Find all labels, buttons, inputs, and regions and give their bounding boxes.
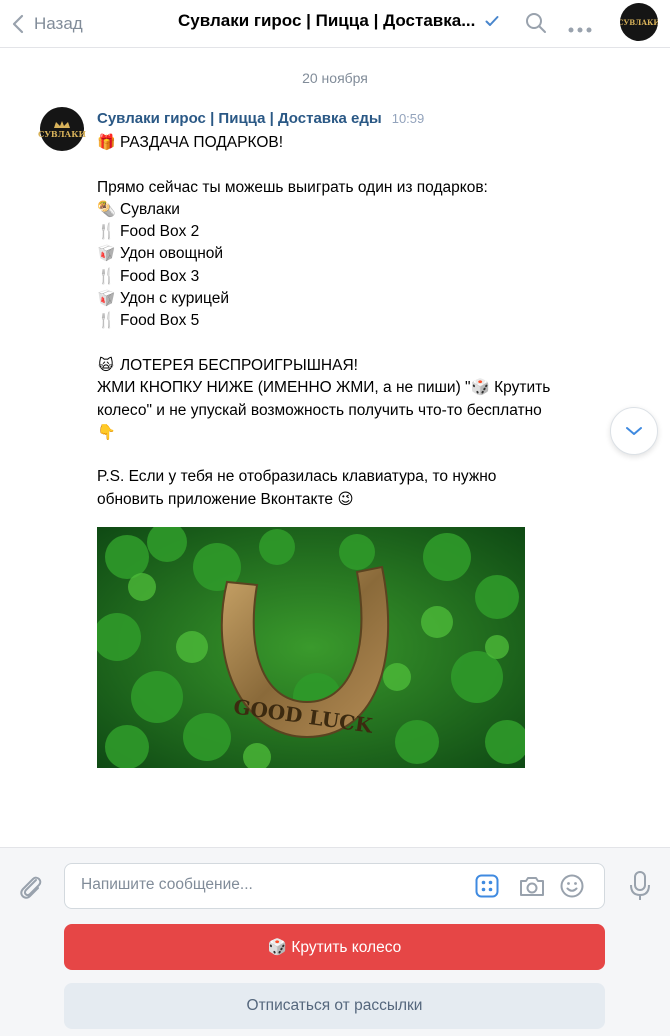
message-line: обновить приложение Вконтакте 😉: [97, 489, 597, 511]
emoji-icon: 👇: [97, 423, 116, 441]
bot-keyboard-icon: [475, 874, 499, 898]
voice-button[interactable]: [628, 870, 652, 907]
message-line: 🌯 Сувлаки: [97, 199, 597, 221]
more-button[interactable]: [568, 20, 592, 38]
message-line-text: Food Box 2: [120, 223, 200, 241]
chat-header: Назад Сувлаки гирос | Пицца | Доставка..…: [0, 0, 670, 48]
spin-wheel-button[interactable]: 🎲 Крутить колесо: [64, 924, 605, 970]
emoji-icon: 🍴: [97, 312, 116, 330]
message-line: 🥡 Удон с курицей: [97, 288, 597, 310]
message-line-text: P.S. Если у тебя не отобразилась клавиат…: [97, 468, 497, 486]
emoji-icon: 🍴: [97, 223, 116, 241]
message-line-text: Удон с курицей: [120, 290, 230, 308]
emoji-icon: 🎁: [97, 134, 116, 151]
emoji-icon: 🌯: [97, 200, 116, 218]
more-icon: [568, 27, 592, 33]
message-line: 🍴 Food Box 2: [97, 221, 597, 243]
date-divider: 20 ноября: [302, 70, 368, 86]
message-time: 10:59: [391, 111, 425, 126]
message-line: колесо" и не упускай возможность получит…: [97, 400, 597, 422]
emoji-button[interactable]: [560, 874, 584, 903]
scroll-down-button[interactable]: [610, 407, 658, 455]
message-line-text: Удон овощной: [120, 245, 224, 263]
horseshoe-clover-image: GOOD LUCK: [97, 527, 525, 768]
chat-title-text: Сувлаки гирос | Пицца | Доставка...: [178, 11, 476, 30]
message-line: 🍴 Food Box 5: [97, 310, 597, 332]
message-line-text: колесо" и не упускай возможность получит…: [97, 401, 542, 419]
back-button[interactable]: Назад: [12, 14, 83, 34]
message-line: ЖМИ КНОПКУ НИЖЕ (ИМЕННО ЖМИ, а не пиши) …: [97, 377, 597, 399]
chevron-down-icon: [626, 427, 642, 435]
verified-check-icon: [485, 16, 499, 26]
message-line-text: ЛОТЕРЕЯ БЕСПРОИГРЫШНАЯ!: [120, 356, 358, 374]
attach-button[interactable]: [16, 872, 46, 907]
crown-icon: [54, 120, 70, 128]
message-line-text: РАЗДАЧА ПОДАРКОВ!: [120, 134, 284, 151]
emoji-icon: 🥡: [97, 245, 116, 263]
message-line-text: обновить приложение Вконтакте 😉: [97, 490, 354, 508]
message-photo[interactable]: GOOD LUCK: [97, 527, 525, 768]
emoji-icon: 🍴: [97, 267, 116, 285]
microphone-icon: [630, 871, 650, 900]
search-button[interactable]: [525, 12, 547, 39]
message-text: 🎁 РАЗДАЧА ПОДАРКОВ! Прямо сейчас ты можешь…: [97, 132, 597, 511]
message-line: [97, 444, 597, 466]
chevron-left-icon: [12, 14, 24, 33]
message-input[interactable]: [81, 876, 461, 894]
back-label: Назад: [34, 13, 83, 33]
message-header: Сувлаки гирос | Пицца | Доставка еды 10:…: [97, 110, 424, 127]
sender-name[interactable]: Сувлаки гирос | Пицца | Доставка еды: [97, 110, 382, 127]
chat-title[interactable]: Сувлаки гирос | Пицца | Доставка...: [178, 11, 499, 31]
smile-icon: [560, 874, 584, 898]
sender-avatar-logo: СУВЛАКИ: [37, 128, 87, 139]
emoji-icon: 🥡: [97, 290, 116, 308]
message-line-text: Food Box 3: [120, 267, 200, 285]
message-line: P.S. Если у тебя не отобразилась клавиат…: [97, 466, 597, 488]
message-line-text: Сувлаки: [120, 200, 180, 218]
message-line: [97, 154, 597, 176]
message-line: 🍴 Food Box 3: [97, 266, 597, 288]
message-line: 🎁 РАЗДАЧА ПОДАРКОВ!: [97, 132, 597, 154]
message-line: 👇: [97, 422, 597, 444]
bot-keyboard-button[interactable]: [475, 874, 499, 903]
message-line: 🙀 ЛОТЕРЕЯ БЕСПРОИГРЫШНАЯ!: [97, 355, 597, 377]
message-line: Прямо сейчас ты можешь выиграть один из …: [97, 177, 597, 199]
message-line-text: ЖМИ КНОПКУ НИЖЕ (ИМЕННО ЖМИ, а не пиши) …: [97, 379, 551, 397]
camera-icon: [520, 877, 544, 896]
message-line: 🥡 Удон овощной: [97, 243, 597, 265]
sender-avatar[interactable]: СУВЛАКИ: [37, 107, 87, 151]
message-line-text: Food Box 5: [120, 312, 200, 330]
unsubscribe-button[interactable]: Отписаться от рассылки: [64, 983, 605, 1029]
camera-button[interactable]: [518, 874, 546, 903]
chat-avatar[interactable]: СУВЛАКИ: [620, 3, 658, 41]
emoji-icon: 🙀: [98, 356, 114, 374]
avatar-logo: СУВЛАКИ: [620, 17, 658, 27]
search-icon: [526, 13, 546, 33]
message-input-box: [64, 863, 605, 909]
message-line-text: Прямо сейчас ты можешь выиграть один из …: [97, 178, 488, 196]
paperclip-icon: [20, 876, 42, 899]
message-line: [97, 333, 597, 355]
